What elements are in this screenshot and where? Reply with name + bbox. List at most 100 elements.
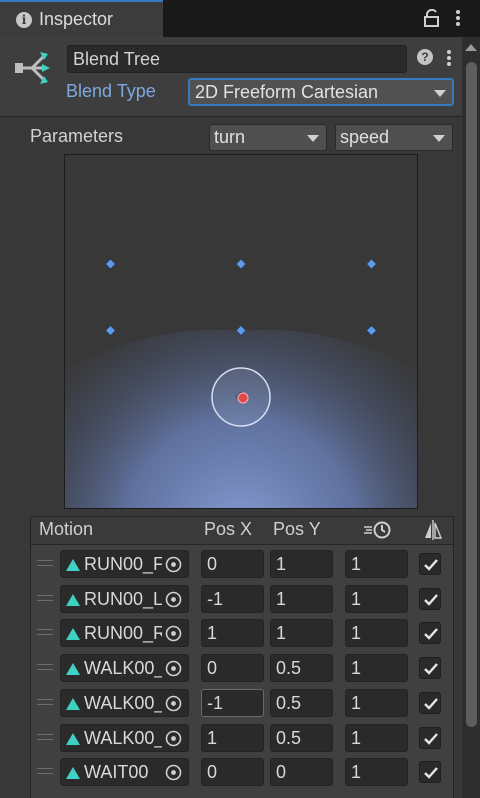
time-scale-field[interactable]: 1 bbox=[345, 584, 408, 613]
drag-handle-icon[interactable] bbox=[37, 698, 53, 705]
drag-handle-icon[interactable] bbox=[37, 629, 53, 636]
time-scale-field[interactable]: 1 bbox=[345, 688, 408, 717]
blend-point-3[interactable] bbox=[104, 324, 117, 337]
checkmark-icon bbox=[424, 663, 438, 675]
blend-point-1[interactable] bbox=[235, 258, 247, 270]
table-row: WALK00_F 0 0.5 1 bbox=[31, 652, 453, 687]
time-scale-field[interactable]: 1 bbox=[345, 654, 408, 683]
motion-field[interactable]: RUN00_F bbox=[60, 550, 189, 578]
drag-handle-icon[interactable] bbox=[37, 733, 53, 740]
table-row: RUN00_L -1 1 1 bbox=[31, 583, 453, 618]
motion-name: WALK00_R bbox=[84, 727, 162, 748]
table-row: WALK00_R 1 0.5 1 bbox=[31, 722, 453, 757]
motion-field[interactable]: WAIT00 bbox=[60, 758, 189, 787]
pos-y-field[interactable]: 1 bbox=[270, 619, 333, 648]
animation-clip-icon bbox=[66, 593, 80, 606]
motion-name: RUN00_L bbox=[84, 588, 162, 609]
tab-inspector[interactable]: i Inspector bbox=[0, 0, 163, 37]
pos-y-field[interactable]: 0.5 bbox=[270, 723, 333, 752]
checkmark-icon bbox=[424, 628, 438, 641]
checkmark-icon bbox=[424, 593, 438, 606]
time-scale-field[interactable]: 1 bbox=[345, 758, 408, 787]
info-icon: i bbox=[16, 11, 32, 28]
pos-x-field[interactable]: 0 bbox=[201, 758, 264, 787]
pos-y-field[interactable]: 0.5 bbox=[270, 688, 333, 717]
parameter-y-value: speed bbox=[340, 127, 390, 147]
object-picker-icon[interactable] bbox=[165, 660, 182, 677]
pos-x-field[interactable]: -1 bbox=[201, 688, 264, 717]
mirror-checkbox[interactable] bbox=[419, 657, 441, 680]
mirror-checkbox[interactable] bbox=[419, 587, 441, 610]
object-picker-icon[interactable] bbox=[165, 556, 182, 573]
blend-point-0[interactable] bbox=[104, 258, 117, 270]
blend-point-2[interactable] bbox=[365, 258, 378, 270]
pos-y-field[interactable]: 1 bbox=[270, 550, 333, 578]
drag-handle-icon[interactable] bbox=[37, 560, 53, 566]
tab-bar: i Inspector bbox=[0, 0, 480, 37]
drag-handle-icon[interactable] bbox=[37, 594, 53, 601]
tab-title: Inspector bbox=[39, 9, 114, 29]
blend-point-5[interactable] bbox=[365, 324, 378, 337]
pos-y-field[interactable]: 1 bbox=[270, 584, 333, 613]
object-picker-icon[interactable] bbox=[165, 695, 182, 712]
blend-type-value: 2D Freeform Cartesian bbox=[195, 82, 379, 102]
object-picker-icon[interactable] bbox=[165, 730, 182, 747]
motion-field[interactable]: RUN00_L bbox=[60, 584, 189, 613]
pos-y-field[interactable]: 0.5 bbox=[270, 654, 333, 683]
table-row: RUN00_F 0 1 1 bbox=[31, 548, 453, 583]
motion-name: RUN00_R bbox=[84, 623, 162, 644]
object-picker-icon[interactable] bbox=[165, 764, 182, 781]
motion-name: WALK00_F bbox=[84, 658, 162, 679]
mirror-checkbox[interactable] bbox=[419, 726, 441, 749]
animation-clip-icon bbox=[66, 628, 80, 641]
motion-field[interactable]: WALK00_F bbox=[60, 654, 189, 683]
pos-x-field[interactable]: -1 bbox=[201, 584, 264, 613]
motion-field[interactable]: WALK00_L bbox=[60, 688, 189, 717]
parameters-label: Parameters bbox=[30, 126, 124, 146]
blend-type-label: Blend Type bbox=[66, 81, 156, 101]
blend-tree-icon bbox=[15, 52, 50, 84]
header-pos-x: Pos X bbox=[204, 519, 253, 539]
animation-clip-icon bbox=[66, 697, 80, 710]
lock-icon[interactable] bbox=[424, 9, 440, 27]
drag-handle-icon[interactable] bbox=[37, 664, 53, 671]
blend-type-dropdown[interactable]: 2D Freeform Cartesian bbox=[188, 78, 454, 106]
table-row: WALK00_L -1 0.5 1 bbox=[31, 687, 453, 722]
pos-y-field[interactable]: 0 bbox=[270, 758, 333, 787]
time-scale-icon bbox=[364, 521, 391, 539]
time-scale-field[interactable]: 1 bbox=[345, 550, 408, 578]
chevron-down-icon bbox=[307, 135, 319, 142]
header-menu-icon[interactable] bbox=[444, 48, 454, 68]
current-parameter-dot[interactable] bbox=[237, 392, 249, 404]
table-row: WAIT00 0 0 1 bbox=[31, 756, 453, 791]
mirror-checkbox[interactable] bbox=[419, 553, 441, 575]
drag-handle-icon[interactable] bbox=[37, 768, 53, 775]
pos-x-field[interactable]: 1 bbox=[201, 723, 264, 752]
parameter-x-dropdown[interactable]: turn bbox=[209, 124, 327, 151]
time-scale-field[interactable]: 1 bbox=[345, 723, 408, 752]
mirror-checkbox[interactable] bbox=[419, 622, 441, 645]
mirror-checkbox[interactable] bbox=[419, 691, 441, 714]
chevron-down-icon bbox=[433, 135, 445, 142]
blend-space-graph[interactable] bbox=[64, 154, 418, 509]
animation-clip-icon bbox=[66, 559, 80, 571]
time-scale-field[interactable]: 1 bbox=[345, 619, 408, 648]
pos-x-field[interactable]: 0 bbox=[201, 550, 264, 578]
motion-field[interactable]: RUN00_R bbox=[60, 619, 189, 648]
pos-x-field[interactable]: 0 bbox=[201, 654, 264, 683]
object-picker-icon[interactable] bbox=[165, 591, 182, 608]
parameter-y-dropdown[interactable]: speed bbox=[335, 124, 453, 151]
scrollbar-thumb[interactable] bbox=[466, 62, 477, 727]
blend-tree-name-field[interactable]: Blend Tree bbox=[67, 45, 407, 73]
parameter-x-value: turn bbox=[214, 127, 246, 147]
checkmark-icon bbox=[424, 559, 438, 571]
mirror-checkbox[interactable] bbox=[419, 761, 441, 784]
motion-name: WAIT00 bbox=[84, 762, 149, 783]
pos-x-field[interactable]: 1 bbox=[201, 619, 264, 648]
more-options-icon[interactable] bbox=[452, 8, 464, 28]
help-icon[interactable]: ? bbox=[417, 49, 433, 65]
scroll-up-icon[interactable] bbox=[465, 44, 477, 51]
object-picker-icon[interactable] bbox=[165, 625, 182, 642]
motion-field[interactable]: WALK00_R bbox=[60, 723, 189, 752]
table-row: RUN00_R 1 1 1 bbox=[31, 617, 453, 652]
